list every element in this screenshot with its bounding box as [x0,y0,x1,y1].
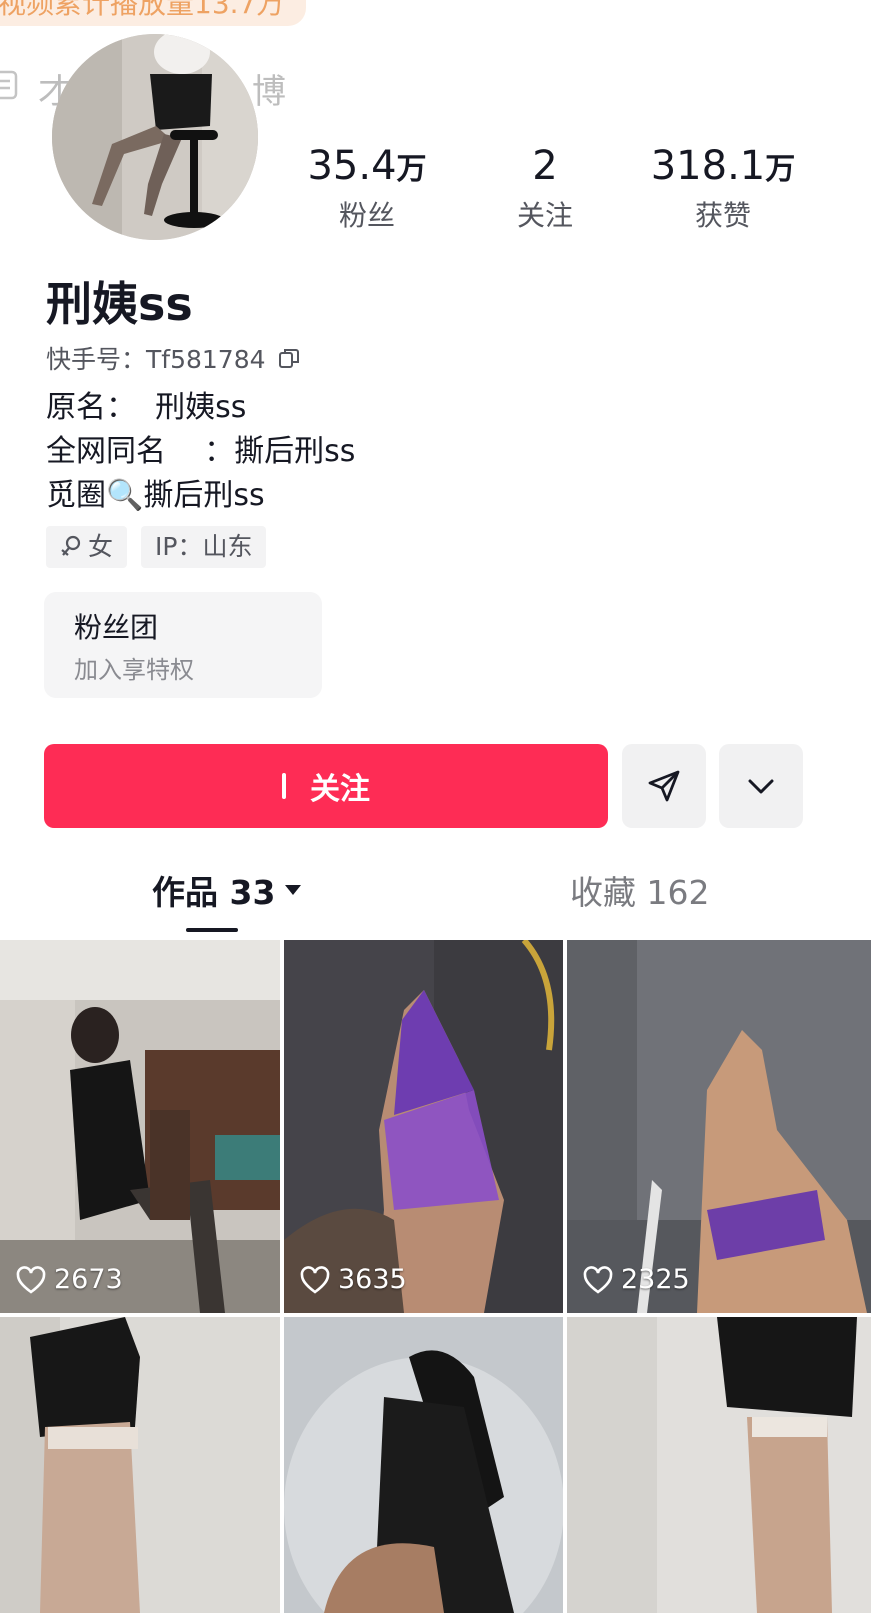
following-count: 2 [532,143,558,189]
bio-line-2: 全网同名 ：撕后刑ss [46,434,356,469]
video-thumbnail-image [284,940,563,1313]
kuaishou-id: 快手号：Tf581784 [46,340,300,376]
gender-tag: 女 [46,526,128,568]
likes-count: 318.1 [650,143,766,189]
copy-icon[interactable] [278,347,300,369]
stat-following[interactable]: 2 关注 [455,142,635,236]
video-thumbnail-image [567,940,871,1313]
stat-followers[interactable]: 35.4万 粉丝 [277,142,457,236]
video-thumbnail-image [0,1317,280,1613]
likes-label: 获赞 [694,199,751,232]
fans-group-subtitle: 加入享特权 [74,656,194,684]
send-icon [648,770,680,802]
video-thumbnail[interactable] [567,1317,871,1613]
ip-tag: IP：山东 [141,526,267,568]
play-count-banner: 视频累计播放量13.7万 [0,0,307,26]
caret-down-icon [285,885,302,895]
chevron-down-icon [748,779,774,794]
video-thumbnail[interactable] [284,1317,563,1613]
document-icon [0,70,18,100]
followers-unit: 万 [396,152,427,187]
profile-name: 刑姨ss [46,277,193,331]
follow-button[interactable]: 关注 [44,744,608,828]
female-icon [61,535,81,556]
like-count-text: 3635 [338,1264,407,1295]
heart-icon [300,1265,330,1294]
fans-group-title: 粉丝团 [74,611,159,644]
active-tab-indicator [186,928,238,932]
gender-text: 女 [88,532,114,561]
video-thumbnail-image [567,1317,871,1613]
tab-works[interactable]: 作品 33 [152,866,303,914]
more-dropdown-button[interactable] [719,744,803,828]
like-count-text: 2325 [621,1264,690,1295]
stat-likes[interactable]: 318.1万 获赞 [633,142,813,236]
profile-stats: 35.4万 粉丝 2 关注 318.1万 获赞 [0,142,871,242]
kuaishou-id-text: 快手号：Tf581784 [46,345,266,374]
like-count: 2673 [16,1264,123,1295]
tab-works-label: 作品 33 [152,873,276,912]
content-tabs: 作品 33 收藏 162 [0,866,871,936]
bio: 原名： 刑姨ss 全网同名 ：撕后刑ss 觅圈🔍撕后刑ss [46,386,355,518]
following-label: 关注 [516,199,573,232]
profile-tags: 女 IP：山东 [46,526,267,568]
share-button[interactable] [622,744,706,828]
heart-icon [583,1265,613,1294]
video-thumbnail[interactable]: 2673 [0,940,280,1313]
like-count: 3635 [300,1264,407,1295]
follow-button-label: 关注 [310,772,370,807]
video-thumbnail[interactable]: 2325 [567,940,871,1313]
video-thumbnail[interactable] [0,1317,280,1613]
plus-icon [282,773,286,799]
fans-group-card[interactable]: 粉丝团 加入享特权 [44,592,322,698]
followers-count: 35.4 [307,143,397,189]
bio-line-1: 原名： 刑姨ss [46,390,247,425]
like-count-text: 2673 [54,1264,123,1295]
like-count: 2325 [583,1264,690,1295]
likes-unit: 万 [765,152,796,187]
video-thumbnail-image [284,1317,563,1613]
sub-banner-right-text: 博 [252,72,286,112]
video-thumbnail[interactable]: 3635 [284,940,563,1313]
ip-text: IP：山东 [155,532,253,561]
bio-line-3: 觅圈🔍撕后刑ss [46,478,265,513]
tab-favorites[interactable]: 收藏 162 [570,866,709,914]
video-thumbnail-image [0,940,280,1313]
heart-icon [16,1265,46,1294]
followers-label: 粉丝 [338,199,395,232]
